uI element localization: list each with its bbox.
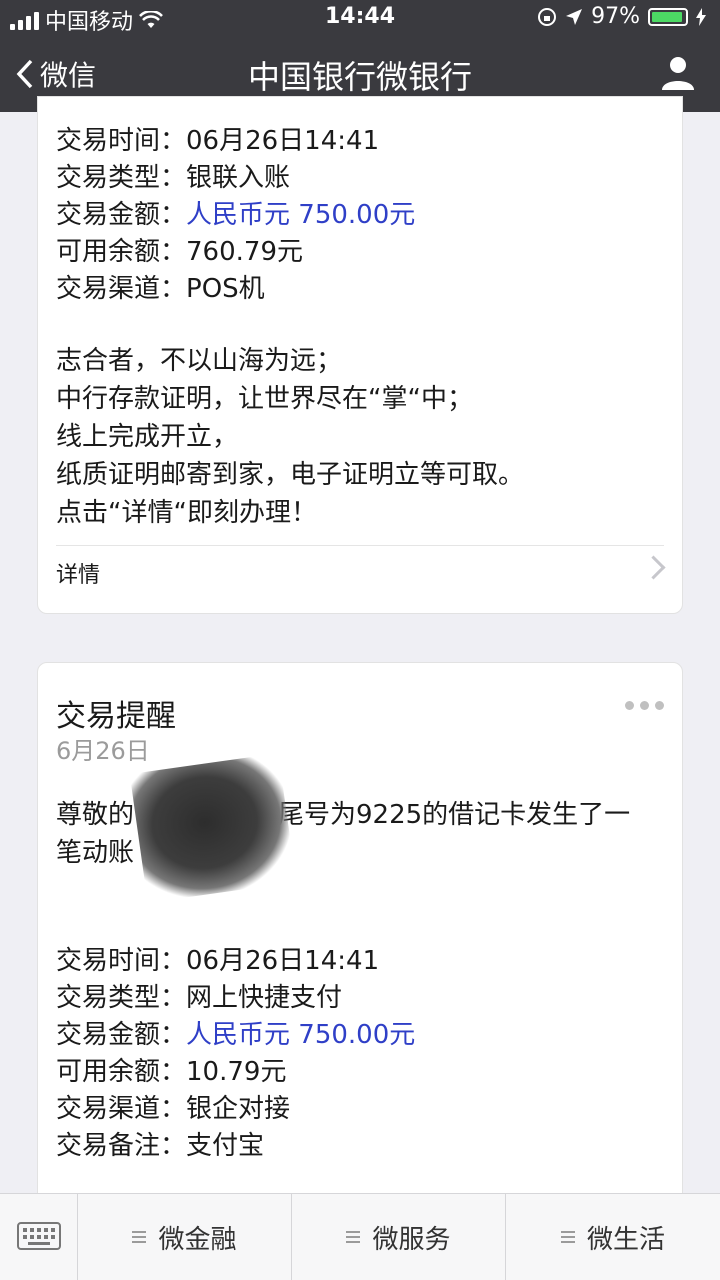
row-label: 交易金额： [56,1020,187,1050]
message-card-2: 交易提醒 6月26日 尊敬的 您尾号为9225的借记卡发生了一 笔动账 交易时间：… [37,662,683,1222]
rotation-lock-icon [538,7,557,26]
menu-icon [560,1231,575,1243]
user-icon[interactable] [658,52,698,92]
card-title: 交易提醒 [56,699,176,734]
row-time: 交易时间：06月26日14:41 [56,123,379,159]
row-balance: 可用余额：10.79元 [56,1054,286,1090]
row-value: 支付宝 [186,1131,265,1161]
charging-icon [696,7,706,26]
intro-end: 您尾号为9225的借记卡发生了一 [252,800,631,830]
divider [56,545,664,546]
row-value: 10.79元 [186,1057,287,1087]
row-label: 交易时间： [56,126,187,156]
row-note: 交易备注：支付宝 [56,1128,264,1164]
redaction-scribble [129,753,297,903]
more-options-icon[interactable] [625,701,664,710]
row-amount: 交易金额：人民币元 750.00元 [56,1017,415,1053]
battery-icon [648,7,688,26]
amount-value: 人民币元 750.00元 [186,1020,416,1050]
row-label: 可用余额： [56,1057,187,1087]
keyboard-icon [17,1222,61,1250]
row-label: 交易渠道： [56,274,187,304]
keyboard-toggle-button[interactable] [0,1194,78,1280]
row-label: 交易渠道： [56,1094,187,1124]
row-value: 网上快捷支付 [186,983,343,1013]
bottom-menu-bar: 微金融 微服务 微生活 [0,1193,720,1280]
intro-line-2: 笔动账 [56,838,135,868]
promo-line: 线上完成开立， [56,422,239,452]
row-amount: 交易金额：人民币元 750.00元 [56,197,415,233]
tab-service[interactable]: 微服务 [292,1194,506,1280]
intro-start: 尊敬的 [56,800,135,830]
row-label: 交易类型： [56,163,187,193]
row-value: 银联入账 [186,163,291,193]
row-label: 交易时间： [56,946,187,976]
menu-icon [132,1231,147,1243]
card-date: 6月26日 [56,737,150,765]
row-channel: 交易渠道：POS机 [56,271,265,307]
row-channel: 交易渠道：银企对接 [56,1091,290,1127]
promo-line: 纸质证明邮寄到家，电子证明立等可取。 [56,460,525,490]
promo-line: 中行存款证明，让世界尽在“掌“中； [56,384,473,414]
row-balance: 可用余额：760.79元 [56,234,303,270]
tab-label: 微生活 [586,1224,665,1255]
row-type: 交易类型：网上快捷支付 [56,980,342,1016]
message-card-1: 交易时间：06月26日14:41 交易类型：银联入账 交易金额：人民币元 750… [37,96,683,614]
details-link[interactable]: 详情 [56,557,100,589]
row-label: 交易类型： [56,983,187,1013]
row-label: 交易金额： [56,200,187,230]
row-value: POS机 [186,274,265,304]
row-label: 可用余额： [56,237,187,267]
location-icon [566,8,583,25]
row-value: 06月26日14:41 [186,126,380,156]
tab-finance[interactable]: 微金融 [78,1194,292,1280]
amount-value: 人民币元 750.00元 [186,200,416,230]
row-time: 交易时间：06月26日14:41 [56,943,379,979]
tab-label: 微金融 [158,1224,237,1255]
chevron-right-icon [641,555,666,580]
promo-line: 志合者，不以山海为远； [56,346,343,376]
row-value: 银企对接 [186,1094,291,1124]
row-value: 760.79元 [186,237,303,267]
status-bar: 中国移动 14:44 97% [0,0,720,36]
row-value: 06月26日14:41 [186,946,380,976]
row-type: 交易类型：银联入账 [56,160,290,196]
row-label: 交易备注： [56,1131,187,1161]
tab-label: 微服务 [372,1224,451,1255]
battery-percent: 97% [591,4,640,29]
menu-icon [346,1231,361,1243]
tab-life[interactable]: 微生活 [506,1194,720,1280]
promo-line: 点击“详情“即刻办理！ [56,498,317,528]
page-title: 中国银行微银行 [247,58,472,96]
